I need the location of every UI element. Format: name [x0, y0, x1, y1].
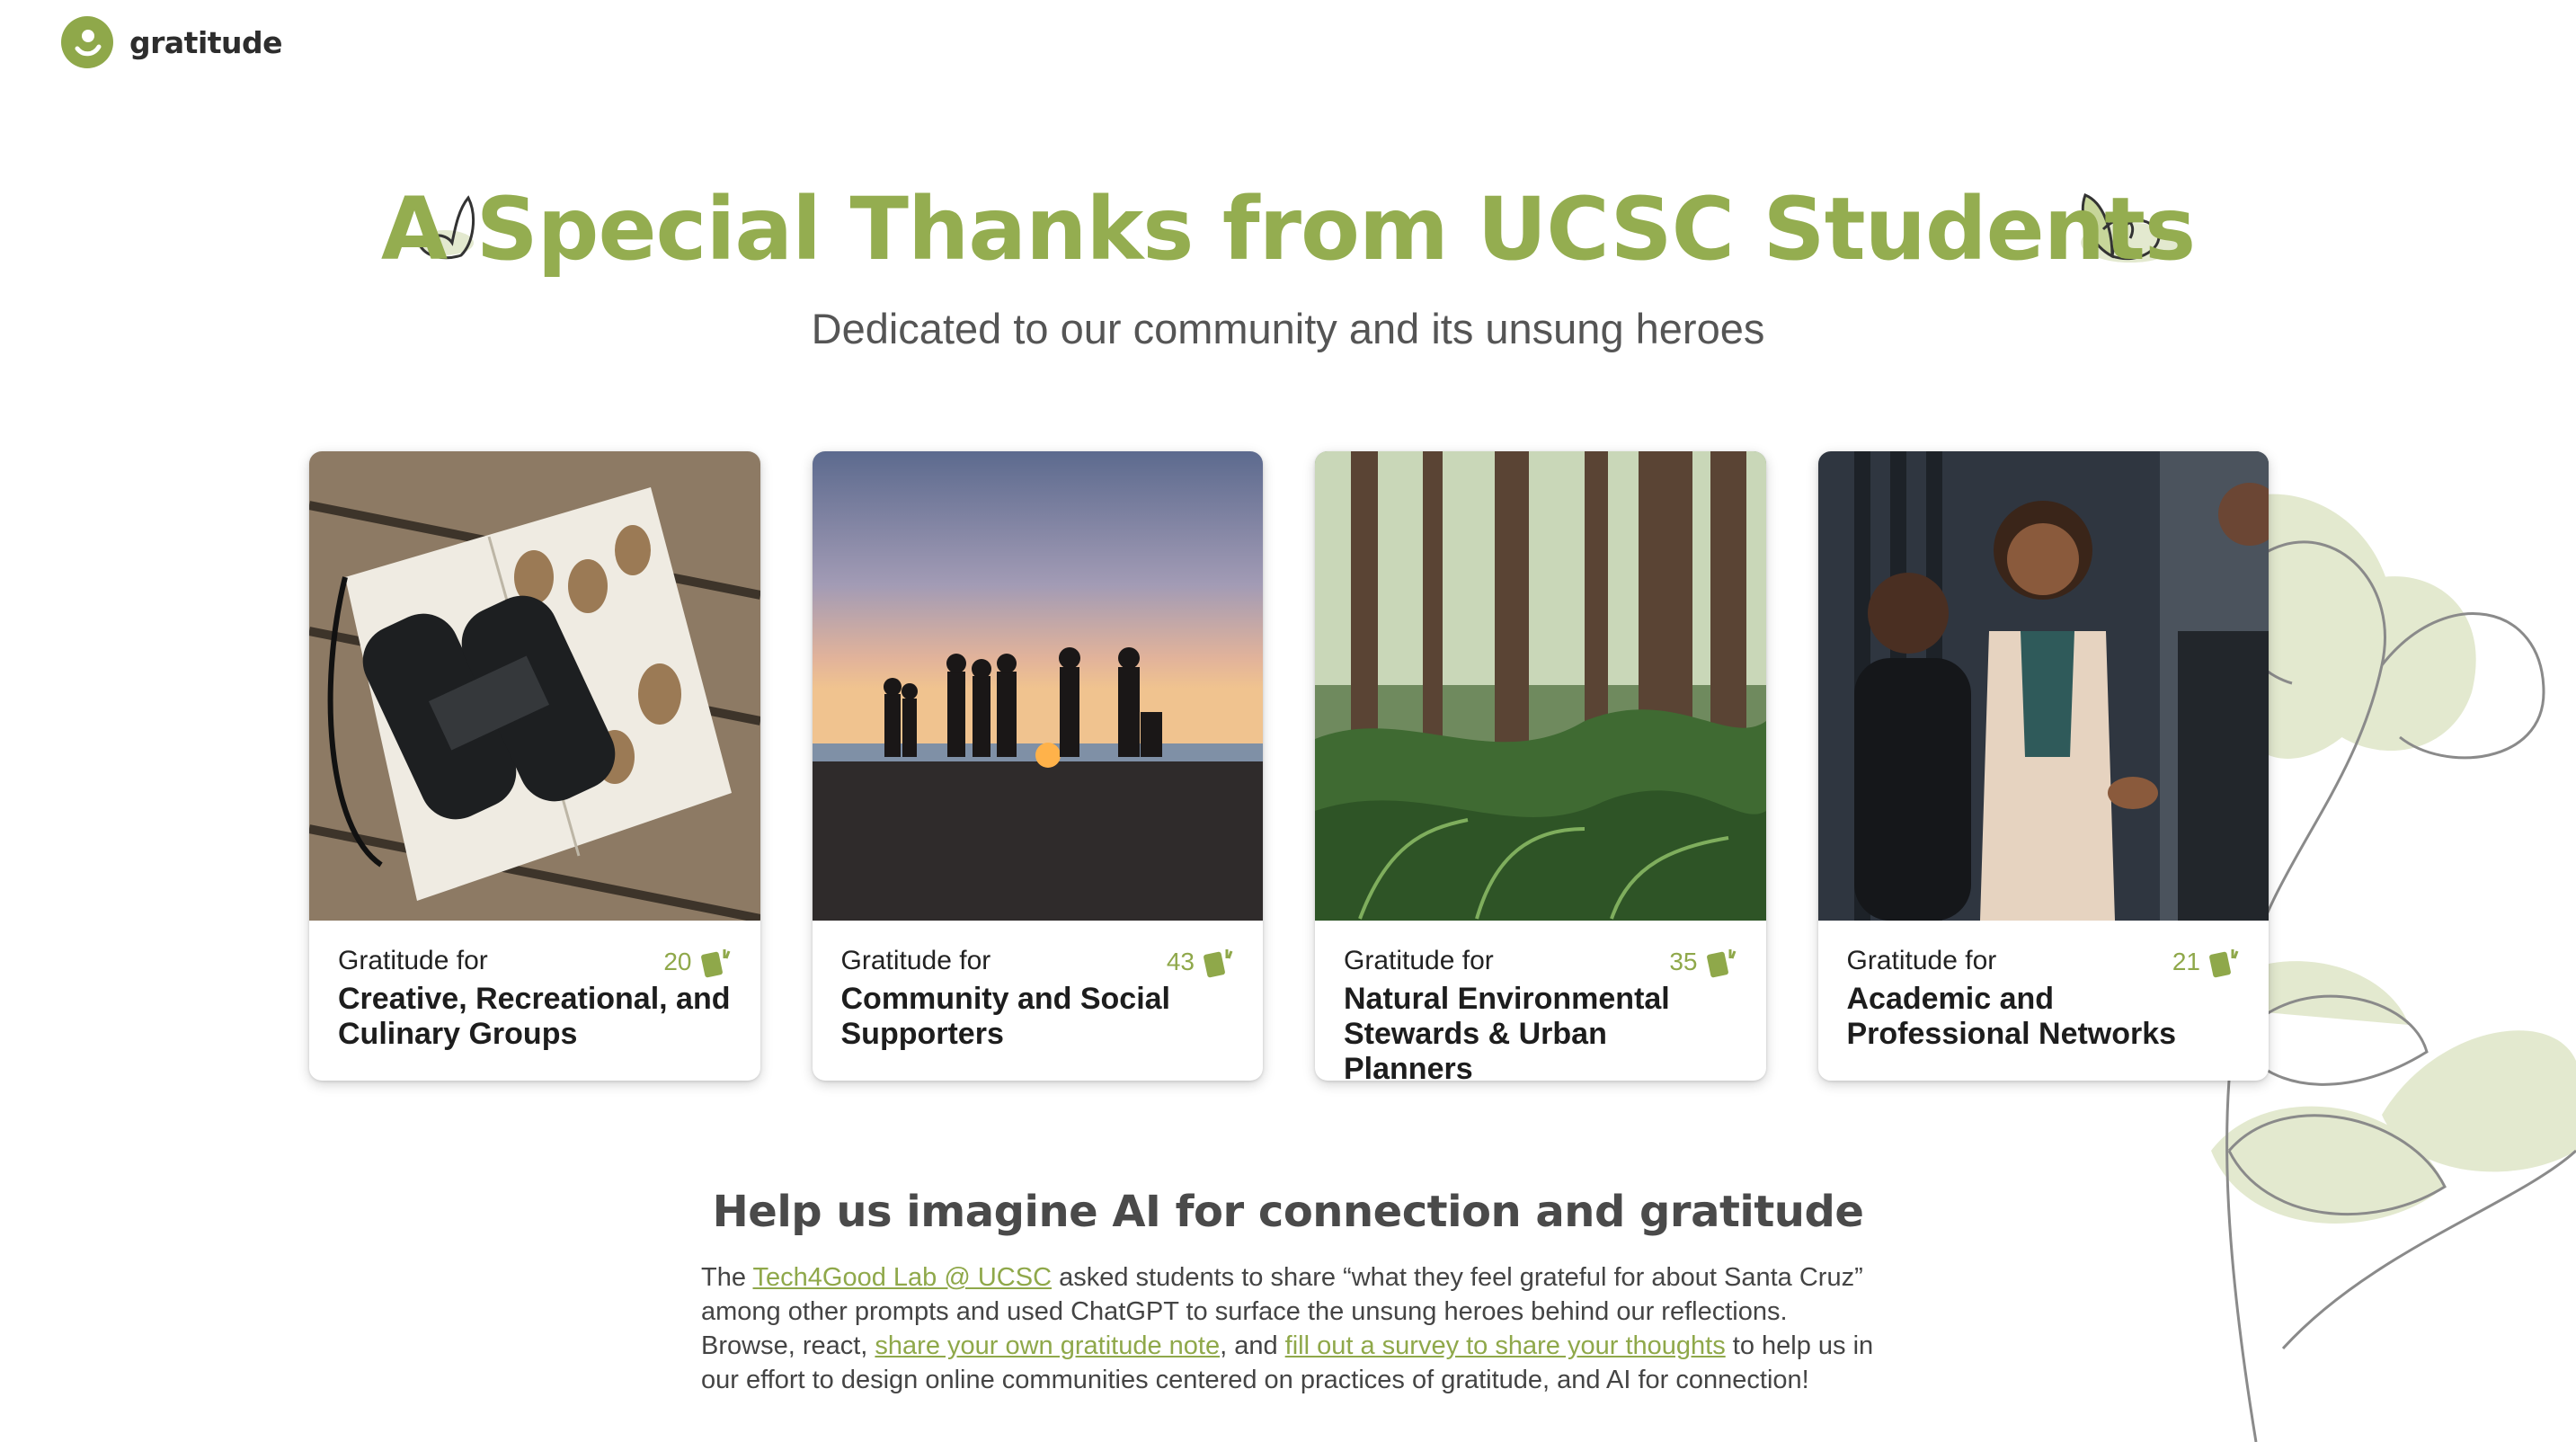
note-count-value: 20 [663, 948, 692, 975]
card-body: Gratitude for Natural Environmental Stew… [1315, 921, 1766, 1081]
help-paragraph: The Tech4Good Lab @ UCSC asked students … [701, 1260, 1888, 1397]
site-header: gratitude [61, 16, 283, 68]
share-note-link[interactable]: share your own gratitude note [875, 1331, 1220, 1360]
category-card-creative[interactable]: Gratitude for Creative, Recreational, an… [309, 451, 760, 1081]
card-title: Creative, Recreational, and Culinary Gro… [338, 982, 731, 1051]
card-body: Gratitude for Academic and Professional … [1818, 921, 2270, 1052]
gratitude-logo-icon[interactable] [61, 16, 113, 68]
category-card-academic[interactable]: Gratitude for Academic and Professional … [1817, 451, 2270, 1081]
category-card-environment[interactable]: Gratitude for Natural Environmental Stew… [1315, 451, 1766, 1081]
note-card-icon [2209, 949, 2239, 978]
brand-name[interactable]: gratitude [129, 25, 283, 60]
page-title: A Special Thanks from UCSC Students [380, 179, 2196, 280]
hero-section: A Special Thanks from UCSC Students Dedi… [0, 180, 2576, 353]
note-count: 20 [663, 946, 731, 978]
category-cards: Gratitude for Creative, Recreational, an… [309, 451, 2269, 1081]
note-card-icon [700, 949, 730, 978]
note-card-icon [1204, 949, 1233, 978]
card-title: Community and Social Supporters [840, 982, 1171, 1051]
card-title: Academic and Professional Networks [1846, 982, 2177, 1051]
note-count-value: 43 [1166, 948, 1195, 975]
note-count-value: 21 [2172, 948, 2200, 975]
note-count: 43 [1167, 946, 1234, 978]
help-text-1: The [701, 1263, 753, 1292]
card-image-handshake [1817, 451, 2269, 921]
card-body: Gratitude for Community and Social Suppo… [813, 921, 1264, 1052]
help-text-3: , and [1220, 1331, 1285, 1360]
note-count: 21 [2172, 946, 2240, 978]
card-title: Natural Environmental Stewards & Urban P… [1344, 982, 1670, 1081]
note-count-value: 35 [1669, 948, 1698, 975]
help-section: Help us imagine AI for connection and gr… [0, 1187, 2576, 1237]
tech4good-lab-link[interactable]: Tech4Good Lab @ UCSC [753, 1263, 1053, 1292]
survey-link[interactable]: fill out a survey to share your thoughts [1285, 1331, 1726, 1360]
help-title: Help us imagine AI for connection and gr… [712, 1187, 1864, 1237]
page-subtitle: Dedicated to our community and its unsun… [811, 305, 1765, 352]
card-image-binoculars [309, 451, 760, 921]
category-card-community[interactable]: Gratitude for Community and Social Suppo… [812, 451, 1264, 1081]
card-image-redwood-forest [1315, 451, 1766, 921]
card-image-beach-bonfire [812, 451, 1263, 921]
note-card-icon [1706, 949, 1736, 978]
note-count: 35 [1669, 946, 1737, 978]
card-body: Gratitude for Creative, Recreational, an… [309, 921, 760, 1052]
